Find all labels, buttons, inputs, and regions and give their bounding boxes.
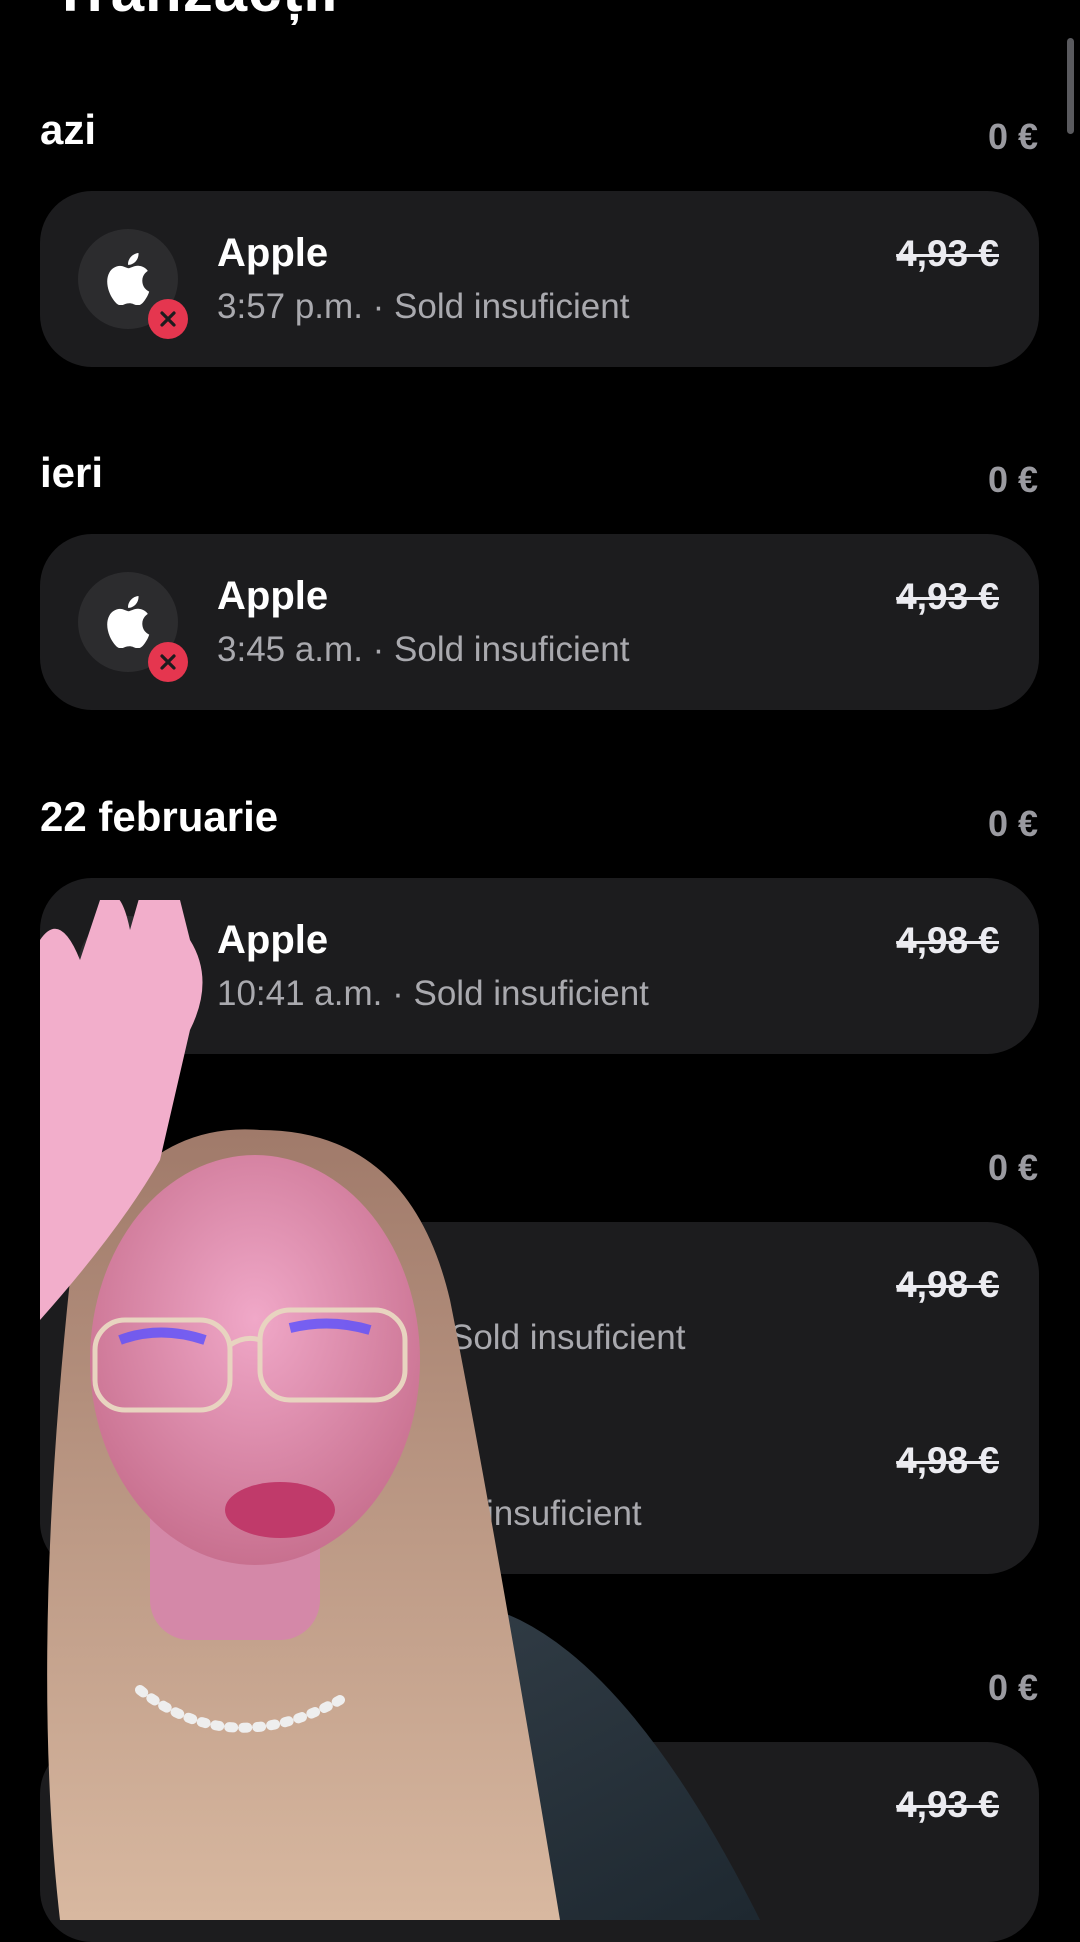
transaction-amount: 4,98 € — [896, 920, 999, 961]
merchant-icon — [78, 229, 188, 339]
section-total: 0 € — [987, 1667, 1038, 1708]
section-total: 0 € — [987, 116, 1038, 157]
declined-x-icon — [148, 299, 188, 339]
transaction-row[interactable]: Apple 3:57 p.m. · Sold insuficient 4,93 … — [40, 191, 1039, 367]
declined-x-icon — [148, 642, 188, 682]
transaction-row[interactable]: Apple 3:45 a.m. · Sold insuficient 4,93 … — [40, 534, 1039, 710]
merchant-icon — [78, 572, 188, 682]
transaction-detail: 3:57 p.m. · Sold insuficient — [217, 287, 630, 326]
section-total: 0 € — [987, 1147, 1038, 1188]
page-title: Tranzacții — [52, 0, 339, 25]
transaction-card: Apple 3:45 a.m. · Sold insuficient 4,93 … — [40, 534, 1039, 710]
merchant-name: Apple — [217, 231, 329, 275]
transaction-amount: 4,93 € — [896, 576, 999, 617]
transaction-amount: 4,98 € — [896, 1440, 999, 1481]
merchant-name: Apple — [217, 574, 329, 618]
section-total: 0 € — [987, 803, 1038, 844]
lips-shape — [225, 1482, 335, 1538]
scrollbar[interactable] — [1067, 38, 1074, 134]
transaction-amount: 4,98 € — [896, 1264, 999, 1305]
section-label: ieri — [40, 449, 104, 496]
section-label: 22 februarie — [40, 793, 279, 840]
transaction-amount: 4,93 € — [896, 1784, 999, 1825]
transaction-detail: 3:45 a.m. · Sold insuficient — [217, 630, 630, 669]
transaction-amount: 4,93 € — [896, 233, 999, 274]
creator-video-overlay — [40, 900, 760, 1920]
section-total: 0 € — [987, 459, 1038, 500]
transaction-card: Apple 3:57 p.m. · Sold insuficient 4,93 … — [40, 191, 1039, 367]
section-label: azi — [40, 106, 97, 153]
